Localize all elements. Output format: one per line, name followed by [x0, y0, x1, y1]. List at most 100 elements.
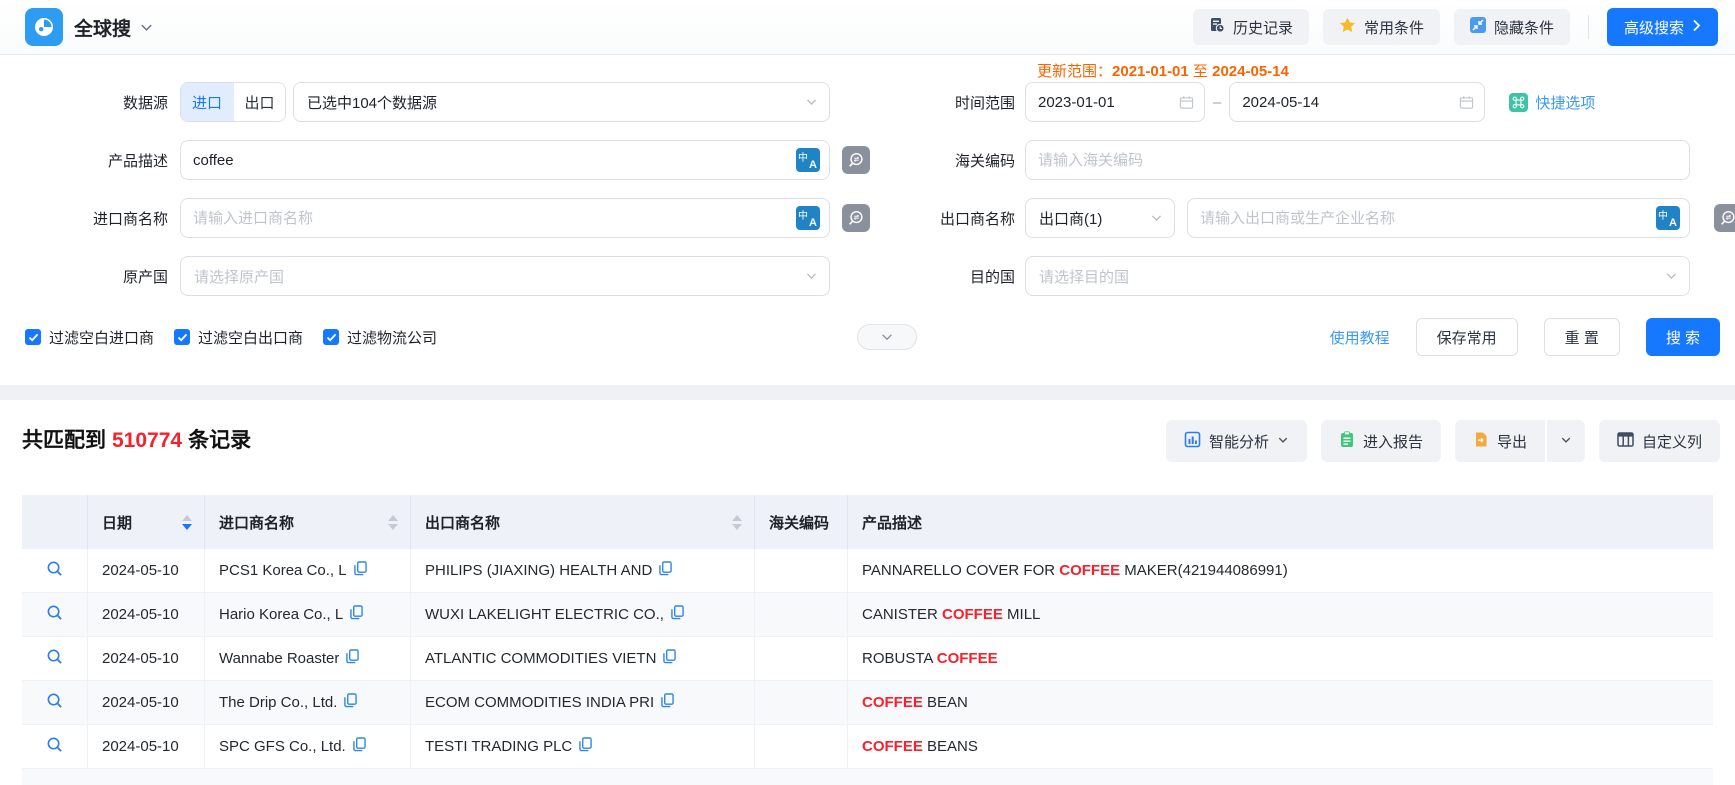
enter-report-button[interactable]: 进入报告 [1321, 420, 1441, 462]
form-row-datasource-time: 数据源 进口 出口 已选中104个数据源 时间范围 [0, 82, 1735, 122]
date-start-field[interactable] [1025, 82, 1205, 122]
importer-cell: The Drip Co., Ltd. [205, 681, 411, 724]
copy-icon[interactable] [354, 561, 367, 580]
search-icon[interactable] [46, 736, 63, 757]
save-common-button[interactable]: 保存常用 [1416, 318, 1518, 356]
toggle-import[interactable]: 进口 [181, 83, 233, 121]
copy-icon[interactable] [659, 561, 672, 580]
table-row[interactable]: 2024-05-10 SPC GFS Co., Ltd. TESTI TRADI… [22, 725, 1713, 769]
row-detail-cell [22, 549, 88, 592]
export-button[interactable]: 导出 [1455, 420, 1545, 462]
row-detail-cell [22, 681, 88, 724]
exclude-search-icon[interactable] [1714, 204, 1735, 232]
advanced-search-label: 高级搜索 [1624, 17, 1684, 38]
smart-analyze-button[interactable]: 智能分析 [1166, 420, 1307, 462]
quick-options-link[interactable]: 快捷选项 [1509, 92, 1595, 113]
search-button[interactable]: 搜 索 [1646, 318, 1720, 356]
hide-conditions-label: 隐藏条件 [1494, 17, 1554, 38]
expand-conditions-button[interactable] [857, 324, 917, 350]
trade-direction-toggle: 进口 出口 [180, 82, 286, 122]
importer-cell: Wannabe Roaster [205, 637, 411, 680]
form-row-product-hscode: 产品描述 中A 海关编码 [0, 140, 1735, 180]
copy-icon[interactable] [579, 737, 592, 756]
copy-icon[interactable] [346, 649, 359, 668]
translate-icon[interactable]: 中A [796, 206, 820, 230]
importer-cell: PCS1 Korea Co., L [205, 549, 411, 592]
copy-icon[interactable] [663, 649, 676, 668]
dest-country-select[interactable]: 请选择目的国 [1025, 256, 1690, 296]
hs-code-field[interactable] [1025, 140, 1690, 180]
table-row-partial [22, 769, 1713, 785]
checkbox-filter-logistics[interactable]: 过滤物流公司 [323, 327, 437, 348]
exporter-field[interactable]: 中A [1187, 198, 1690, 238]
table-row[interactable]: 2024-05-10 Hario Korea Co., L WUXI LAKEL… [22, 593, 1713, 637]
header-cell-importer[interactable]: 进口商名称 [205, 495, 411, 549]
advanced-search-button[interactable]: 高级搜索 [1607, 8, 1718, 46]
search-icon[interactable] [46, 648, 63, 669]
topbar-divider [1588, 15, 1589, 39]
dest-country-label: 目的国 [870, 266, 1015, 287]
custom-columns-label: 自定义列 [1642, 431, 1702, 452]
custom-columns-button[interactable]: 自定义列 [1599, 420, 1720, 462]
search-icon[interactable] [46, 604, 63, 625]
row-detail-cell [22, 637, 88, 680]
sort-carets[interactable] [732, 515, 742, 530]
copy-icon[interactable] [350, 605, 363, 624]
search-icon[interactable] [46, 560, 63, 581]
data-source-selected: 已选中104个数据源 [294, 92, 467, 113]
importer-input[interactable] [181, 199, 796, 237]
favorites-button[interactable]: 常用条件 [1323, 9, 1440, 45]
export-icon [1473, 431, 1489, 452]
smart-analyze-label: 智能分析 [1209, 431, 1269, 452]
reset-button[interactable]: 重 置 [1544, 318, 1620, 356]
exporter-type-selected: 出口商(1) [1026, 208, 1132, 229]
origin-country-select[interactable]: 请选择原产国 [180, 256, 830, 296]
table-row[interactable]: 2024-05-10 PCS1 Korea Co., L PHILIPS (JI… [22, 549, 1713, 593]
favorites-label: 常用条件 [1364, 17, 1424, 38]
topbar: 全球搜 历史记录 常用条件 隐藏条件 [0, 0, 1735, 55]
exporter-cell: TESTI TRADING PLC [411, 725, 755, 768]
checkbox-check-icon [323, 329, 339, 345]
toggle-export[interactable]: 出口 [233, 83, 285, 121]
hs-code-input[interactable] [1026, 141, 1689, 179]
data-source-select[interactable]: 已选中104个数据源 [293, 82, 830, 122]
table-row[interactable]: 2024-05-10 The Drip Co., Ltd. ECOM COMMO… [22, 681, 1713, 725]
exclude-search-icon[interactable] [842, 146, 870, 174]
date-end-field[interactable] [1229, 82, 1485, 122]
copy-icon[interactable] [344, 693, 357, 712]
product-desc-input[interactable] [181, 141, 796, 179]
copy-icon[interactable] [661, 693, 674, 712]
search-form: 数据源 进口 出口 已选中104个数据源 时间范围 [0, 55, 1735, 296]
sort-carets[interactable] [182, 515, 192, 530]
exporter-input[interactable] [1188, 199, 1656, 237]
date-end-input[interactable] [1230, 83, 1459, 121]
date-start-input[interactable] [1026, 83, 1179, 121]
exclude-search-icon[interactable] [842, 204, 870, 232]
exporter-type-select[interactable]: 出口商(1) [1025, 198, 1175, 238]
update-range-to-word: 至 [1193, 63, 1208, 80]
translate-icon[interactable]: 中A [1656, 206, 1680, 230]
header-cell-date[interactable]: 日期 [88, 495, 205, 549]
hide-conditions-button[interactable]: 隐藏条件 [1454, 9, 1570, 45]
importer-field[interactable]: 中A [180, 198, 830, 238]
description-cell: ROBUSTA COFFEE [848, 637, 1713, 680]
translate-icon[interactable]: 中A [796, 148, 820, 172]
exporter-label: 出口商名称 [870, 208, 1015, 229]
date-separator: – [1213, 94, 1221, 111]
history-button[interactable]: 历史记录 [1193, 9, 1309, 45]
form-row-importer-exporter: 进口商名称 中A 出口商名称 出口商(1) [0, 198, 1735, 238]
checkbox-filter-blank-exporter[interactable]: 过滤空白出口商 [174, 327, 303, 348]
export-more-button[interactable] [1547, 420, 1585, 462]
sort-carets[interactable] [388, 515, 398, 530]
tutorial-link[interactable]: 使用教程 [1330, 327, 1390, 348]
product-desc-field[interactable]: 中A [180, 140, 830, 180]
export-label: 导出 [1497, 431, 1527, 452]
checkbox-filter-blank-importer[interactable]: 过滤空白进口商 [25, 327, 154, 348]
copy-icon[interactable] [353, 737, 366, 756]
table-row[interactable]: 2024-05-10 Wannabe Roaster ATLANTIC COMM… [22, 637, 1713, 681]
copy-icon[interactable] [671, 605, 684, 624]
search-icon[interactable] [46, 692, 63, 713]
header-cell-exporter[interactable]: 出口商名称 [411, 495, 755, 549]
app-switch-chevron-down-icon[interactable] [139, 20, 154, 35]
columns-icon [1617, 432, 1634, 451]
